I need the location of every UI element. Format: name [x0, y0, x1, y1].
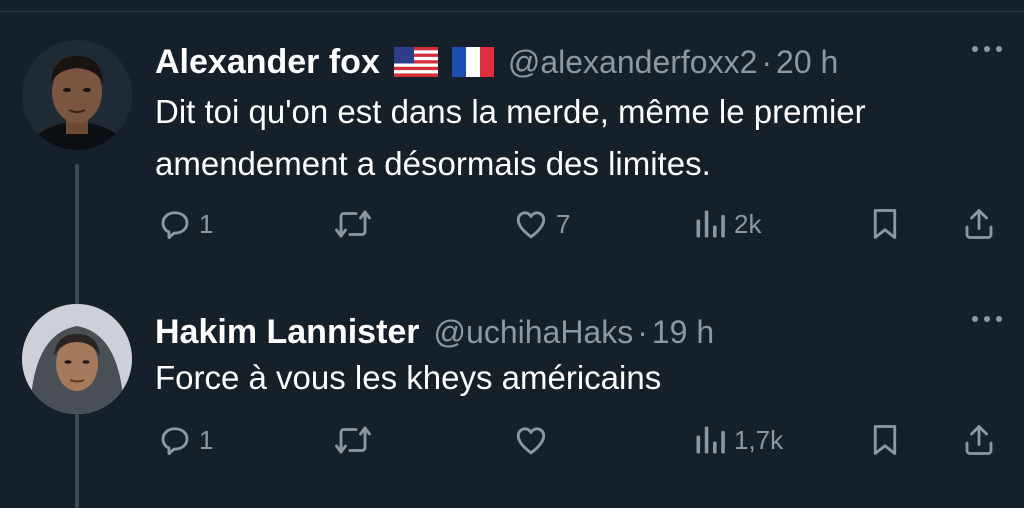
view-count: 2k: [734, 208, 762, 239]
reply-count: 1: [199, 424, 214, 455]
reply-button[interactable]: 1: [157, 422, 213, 458]
handle[interactable]: @alexanderfoxx2: [508, 44, 758, 81]
heart-icon: [512, 206, 550, 242]
views-icon: [692, 422, 728, 458]
reply-icon: [157, 422, 193, 458]
like-count: 7: [556, 208, 571, 239]
retweet-button[interactable]: [331, 422, 381, 458]
display-name[interactable]: Hakim Lannister: [155, 313, 420, 352]
share-icon: [960, 422, 998, 458]
reply-button[interactable]: 1: [157, 206, 213, 242]
timestamp[interactable]: 20 h: [776, 44, 838, 81]
tweet-header: Hakim Lannister @uchihaHaks · 19 h: [155, 308, 714, 356]
bookmark-button[interactable]: [867, 422, 903, 458]
us-flag-icon: [393, 47, 438, 77]
retweet-icon: [331, 422, 375, 458]
bookmark-icon: [867, 206, 903, 242]
heart-icon: [512, 422, 550, 458]
more-icon[interactable]: [972, 316, 1002, 322]
separator: ·: [637, 313, 648, 350]
views-button[interactable]: 2k: [692, 206, 761, 242]
share-button[interactable]: [960, 422, 998, 458]
timestamp[interactable]: 19 h: [652, 314, 714, 351]
action-bar: 1 7 2k: [0, 201, 1024, 251]
views-button[interactable]: 1,7k: [692, 422, 783, 458]
avatar[interactable]: [22, 40, 132, 150]
tweet[interactable]: Alexander fox @alexanderfoxx2 · 20 h Dit…: [0, 34, 1024, 309]
view-count: 1,7k: [734, 424, 784, 455]
like-button[interactable]: [512, 422, 556, 458]
tweet-text-line: amendement a désormais des limites.: [155, 145, 711, 182]
share-button[interactable]: [960, 206, 998, 242]
reply-icon: [157, 206, 193, 242]
tweet-text: Dit toi qu'on est dans la merde, même le…: [155, 86, 866, 190]
tweet-header: Alexander fox @alexanderfoxx2 · 20 h: [155, 38, 838, 86]
divider: [0, 11, 1024, 12]
fr-flag-icon: [451, 47, 494, 77]
like-button[interactable]: 7: [512, 206, 570, 242]
separator: ·: [761, 43, 773, 80]
share-icon: [960, 206, 998, 242]
tweet-text-line: Force à vous les kheys américains: [155, 359, 662, 396]
more-icon[interactable]: [972, 46, 1002, 52]
action-bar: 1 1,7k: [0, 417, 1024, 467]
bookmark-button[interactable]: [867, 206, 903, 242]
handle[interactable]: @uchihaHaks: [434, 314, 634, 351]
bookmark-icon: [867, 422, 903, 458]
retweet-icon: [331, 206, 375, 242]
tweet[interactable]: Hakim Lannister @uchihaHaks · 19 h Force…: [0, 304, 1024, 508]
display-name[interactable]: Alexander fox: [155, 43, 380, 82]
avatar[interactable]: [22, 304, 132, 414]
views-icon: [692, 206, 728, 242]
retweet-button[interactable]: [331, 206, 381, 242]
tweet-text-line: Dit toi qu'on est dans la merde, même le…: [155, 93, 866, 130]
reply-count: 1: [199, 208, 214, 239]
tweet-text: Force à vous les kheys américains: [155, 352, 661, 404]
